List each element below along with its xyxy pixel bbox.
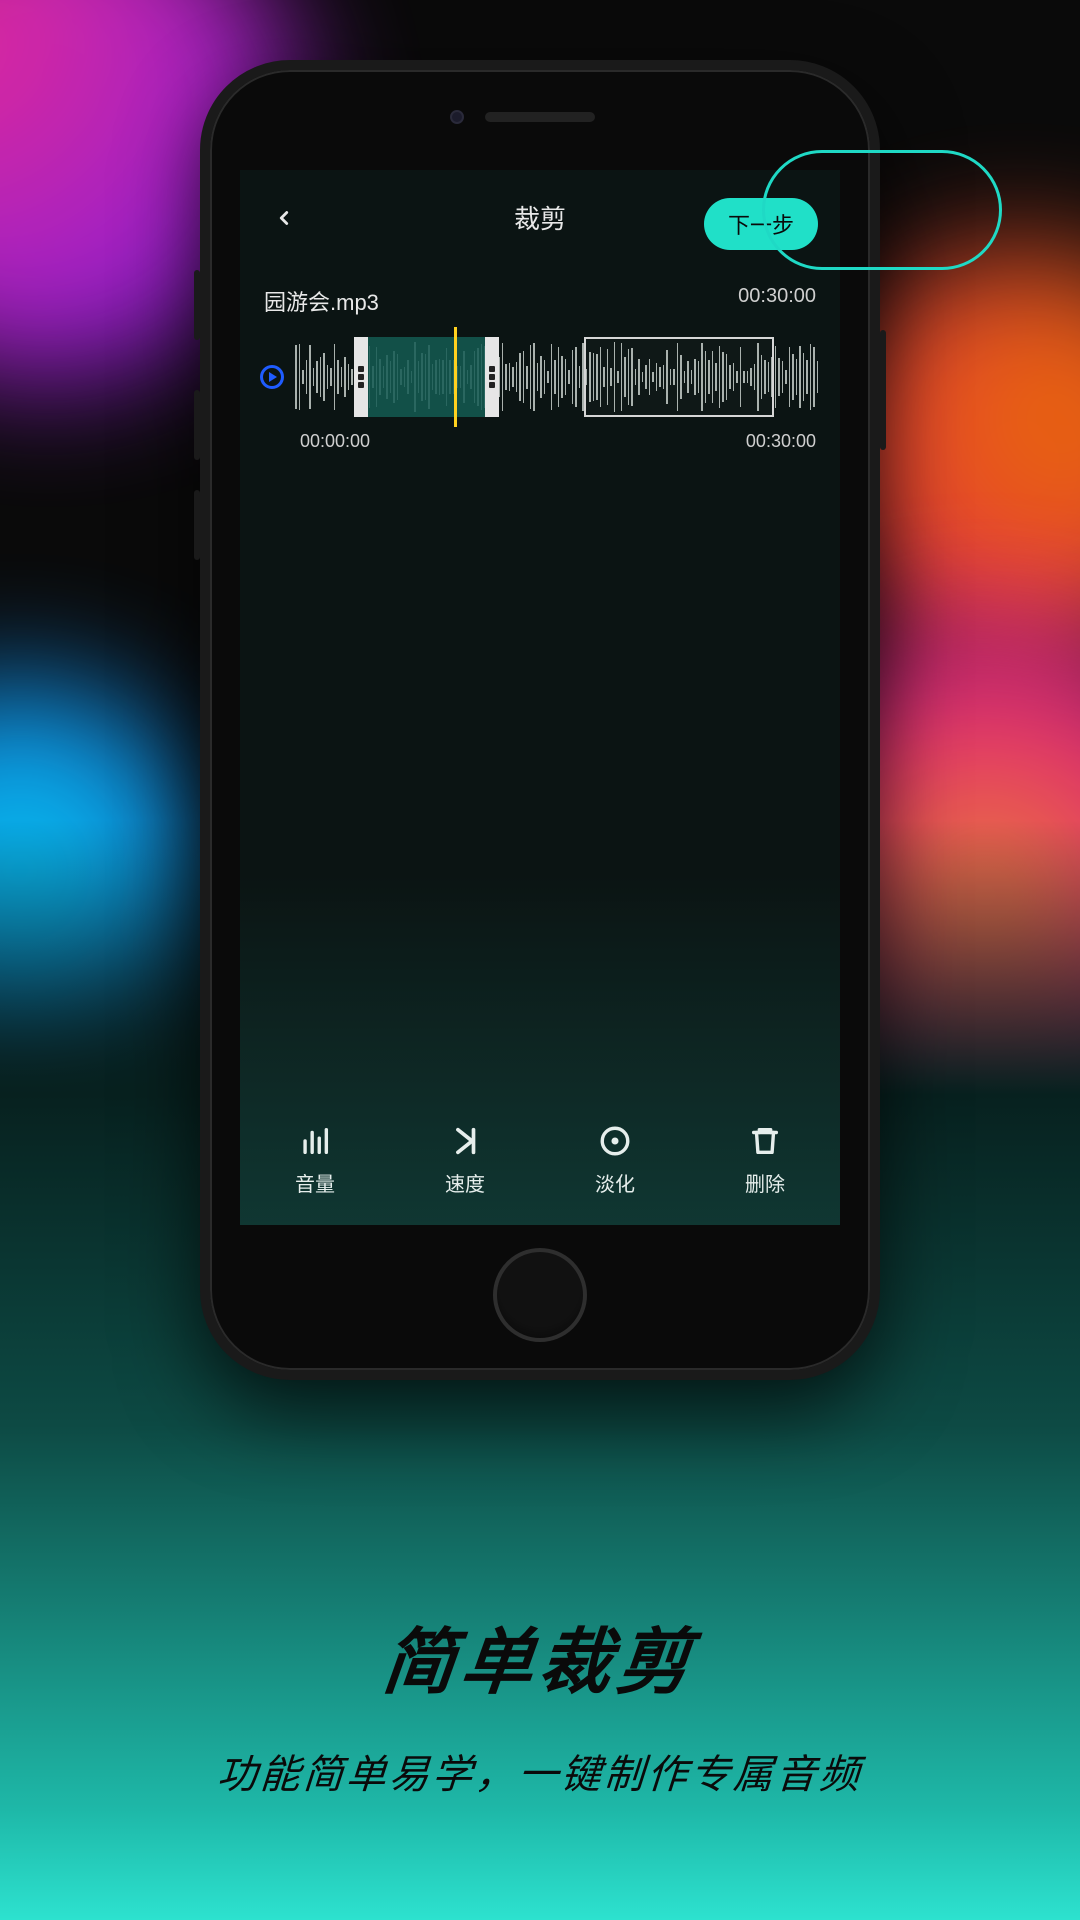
- device-camera: [450, 110, 464, 124]
- selection-handle-right[interactable]: [489, 374, 495, 380]
- track-filename: 园游会.mp3: [264, 285, 379, 317]
- chevron-left-icon: [273, 203, 295, 233]
- waveform-area: [260, 329, 820, 425]
- waveform-track[interactable]: [294, 337, 820, 417]
- play-button[interactable]: [260, 365, 284, 389]
- selection-region-2[interactable]: [584, 337, 774, 417]
- app-header: 裁剪 下一步: [240, 170, 840, 265]
- page-title: 裁剪: [514, 199, 566, 236]
- bottom-toolbar: 音量 速度 淡化 删除: [240, 1106, 840, 1225]
- tool-label: 删除: [745, 1168, 785, 1197]
- timeline-start: 00:00:00: [300, 431, 370, 452]
- fade-icon: [598, 1124, 632, 1158]
- promo-footer: 简单裁剪 功能简单易学，一键制作专属音频: [0, 1603, 1080, 1800]
- volume-icon: [298, 1124, 332, 1158]
- trash-icon: [748, 1124, 782, 1158]
- device-home-button: [493, 1248, 587, 1342]
- promo-title: 简单裁剪: [0, 1603, 1080, 1708]
- device-frame: 裁剪 下一步 园游会.mp3 00:30:00 00:00:00: [200, 60, 880, 1380]
- timeline-row: 00:00:00 00:30:00: [240, 425, 840, 452]
- track-info-row: 园游会.mp3 00:30:00: [240, 265, 840, 325]
- tool-label: 音量: [295, 1168, 335, 1197]
- speed-icon: [448, 1124, 482, 1158]
- next-button[interactable]: 下一步: [704, 198, 818, 250]
- tool-delete[interactable]: 删除: [745, 1124, 785, 1197]
- playhead[interactable]: [454, 327, 457, 427]
- tool-label: 淡化: [595, 1168, 635, 1197]
- next-button-label: 下一步: [728, 213, 794, 238]
- tool-label: 速度: [445, 1168, 485, 1197]
- promo-subtitle: 功能简单易学，一键制作专属音频: [0, 1742, 1080, 1800]
- selection-region-1[interactable]: [354, 337, 499, 417]
- app-screen: 裁剪 下一步 园游会.mp3 00:30:00 00:00:00: [240, 170, 840, 1225]
- device-speaker: [485, 112, 595, 122]
- tool-speed[interactable]: 速度: [445, 1124, 485, 1197]
- tool-volume[interactable]: 音量: [295, 1124, 335, 1197]
- timeline-end: 00:30:00: [746, 431, 816, 452]
- back-button[interactable]: [264, 198, 304, 238]
- track-total-duration: 00:30:00: [738, 285, 816, 317]
- tool-fade[interactable]: 淡化: [595, 1124, 635, 1197]
- selection-handle-left[interactable]: [358, 374, 364, 380]
